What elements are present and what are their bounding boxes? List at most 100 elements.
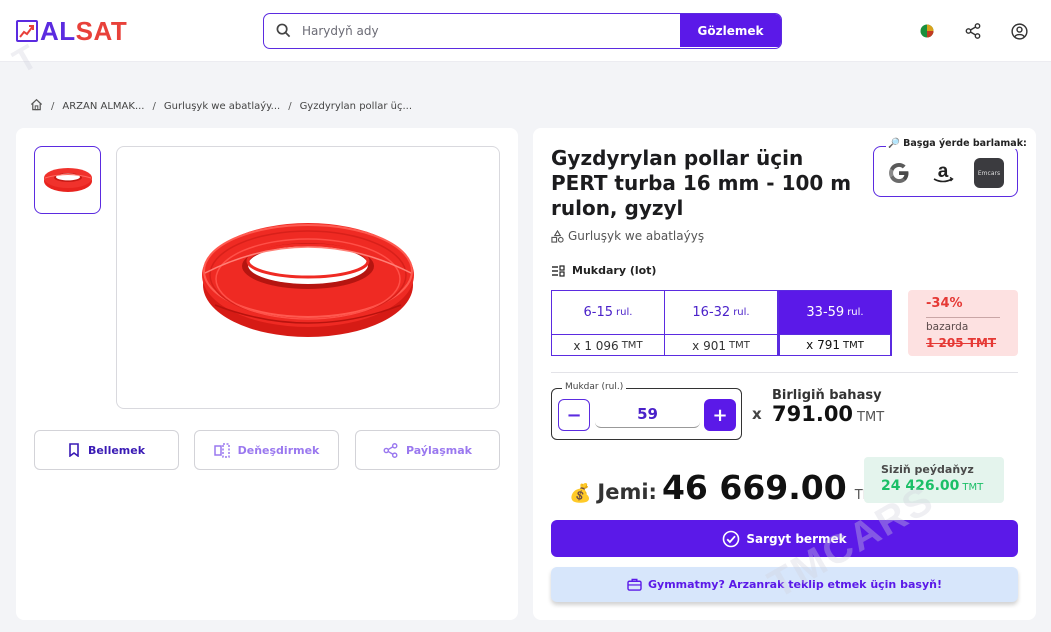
breadcrumb-separator: / — [152, 100, 156, 112]
tier-range-value: 16-32 — [692, 305, 731, 320]
share-icon[interactable] — [964, 22, 982, 40]
tier-price-value: x 791 — [806, 338, 840, 352]
compare-elsewhere-box: 🔎 Başga ýerde barlamak: a Emcars — [873, 138, 1029, 197]
tier-currency: TMT — [728, 340, 750, 351]
tier-currency: TMT — [621, 340, 643, 351]
tier-unit: rul. — [847, 307, 864, 318]
list-icon — [552, 264, 565, 277]
unit-price-label: Birligiň bahasy — [772, 388, 882, 403]
place-order-label: Sargyt bermek — [746, 531, 847, 546]
unit-price: 791.00 TMT — [772, 402, 884, 426]
search-icon — [276, 23, 291, 42]
search-button[interactable]: Gözlemek — [680, 14, 781, 47]
user-icon[interactable] — [1010, 22, 1028, 40]
compare-label: Deňeşdirmek — [237, 443, 320, 457]
product-title: Gyzdyrylan pollar üçin PERT turba 16 mm … — [551, 146, 852, 220]
share-icon — [383, 442, 398, 458]
unit-price-currency: TMT — [857, 410, 885, 425]
breadcrumb-item[interactable]: Gurluşyk we abatlaýy... — [164, 101, 280, 112]
chart-logo-icon — [16, 20, 38, 42]
amazon-logo-icon[interactable]: a — [928, 158, 958, 188]
tier-unit: rul. — [733, 307, 750, 318]
breadcrumb-item-current: Gyzdyrylan pollar üç... — [299, 100, 413, 112]
quantity-input[interactable]: 59 — [595, 400, 700, 428]
logo-text-l: L — [59, 15, 76, 46]
tier-price: x 1 096 TMT — [552, 334, 664, 356]
tier-price: x 901 TMT — [665, 334, 777, 356]
share-label: Paýlaşmak — [406, 443, 472, 457]
pipe-coil-image — [202, 222, 414, 337]
breadcrumb-separator: / — [288, 100, 292, 112]
logo-text-a: A — [40, 15, 60, 46]
quantity-label: Mukdary (lot) — [551, 264, 656, 277]
savings-currency: TMT — [962, 482, 984, 493]
search-bar: Gözlemek — [263, 13, 782, 49]
market-discount-badge: -34% bazarda 1 205 TMT — [908, 290, 1018, 356]
search-input[interactable] — [302, 14, 680, 47]
decrease-quantity-button[interactable]: − — [558, 399, 590, 431]
discount-label: bazarda — [926, 321, 969, 333]
discount-percent: -34% — [926, 296, 963, 311]
multiply-sign: x — [752, 405, 762, 423]
savings-value: 24 426.00 TMT — [881, 478, 983, 494]
tier-price-value: x 1 096 — [573, 338, 619, 353]
breadcrumb: / ARZAN ALMAK... / Gurluşyk we abatlaýy.… — [30, 98, 412, 114]
compare-button[interactable]: Deňeşdirmek — [194, 430, 339, 470]
product-info-card: Gyzdyrylan pollar üçin PERT turba 16 mm … — [533, 128, 1036, 620]
total-label: Jemi: — [597, 480, 657, 504]
tier-price: x 791 TMT — [779, 334, 891, 356]
home-icon[interactable] — [30, 98, 43, 114]
savings-amount: 24 426.00 — [881, 478, 960, 494]
tier-currency: TMT — [842, 339, 864, 351]
product-thumbnail[interactable] — [34, 146, 101, 214]
category-label: Gurluşyk we abatlaýyş — [568, 229, 705, 243]
shapes-icon — [551, 229, 564, 243]
make-offer-label: Gymmatmy? Arzanrak teklip etmek üçin bas… — [648, 578, 942, 591]
google-logo-icon[interactable] — [884, 158, 914, 188]
savings-label: Siziň peýdaňyz — [881, 463, 974, 476]
compare-icon — [213, 442, 230, 458]
tier-range-value: 6-15 — [583, 305, 614, 320]
money-bag-icon: 💰 — [569, 483, 592, 504]
increase-quantity-button[interactable]: + — [704, 399, 736, 431]
emcars-logo-text: Emcars — [977, 169, 1001, 177]
product-gallery-card: Bellemek Deňeşdirmek Paýlaşmak — [16, 128, 518, 620]
svg-text:a: a — [938, 161, 949, 182]
logo-text-sat: SAT — [75, 15, 128, 46]
breadcrumb-separator: / — [51, 100, 55, 112]
tier-price-value: x 901 — [692, 338, 726, 353]
compare-elsewhere-label: 🔎 Başga ýerde barlamak: — [886, 138, 1029, 149]
quantity-stepper: Mukdar (rul.) − 59 + — [551, 382, 742, 440]
emcars-logo-icon[interactable]: Emcars — [974, 158, 1004, 188]
unit-price-value: 791.00 — [772, 402, 854, 426]
tier-unit: rul. — [616, 307, 633, 318]
place-order-button[interactable]: Sargyt bermek — [551, 520, 1018, 557]
bookmark-icon — [69, 443, 79, 457]
pie-chart-icon[interactable] — [918, 22, 936, 40]
price-tier-active[interactable]: 33-59 rul. x 791 TMT — [778, 290, 892, 356]
bookmark-button[interactable]: Bellemek — [34, 430, 179, 470]
total-value: 46 669.00 — [661, 468, 847, 507]
quantity-label-text: Mukdary (lot) — [572, 264, 657, 277]
discount-divider — [926, 317, 1000, 318]
share-product-button[interactable]: Paýlaşmak — [355, 430, 500, 470]
make-offer-button[interactable]: Gymmatmy? Arzanrak teklip etmek üçin bas… — [551, 567, 1018, 602]
product-category[interactable]: Gurluşyk we abatlaýyş — [551, 229, 704, 243]
tier-range: 16-32 rul. — [665, 291, 777, 334]
pipe-coil-thumbnail-image — [43, 168, 92, 192]
savings-badge: Siziň peýdaňyz 24 426.00 TMT — [864, 457, 1004, 503]
price-tier[interactable]: 16-32 rul. x 901 TMT — [664, 290, 778, 356]
price-tiers: 6-15 rul. x 1 096 TMT 16-32 rul. x 901 TMT 3… — [551, 290, 892, 356]
price-tier[interactable]: 6-15 rul. x 1 096 TMT — [551, 290, 665, 356]
section-divider — [551, 372, 1018, 373]
tier-range: 6-15 rul. — [552, 291, 664, 334]
briefcase-icon — [627, 578, 642, 591]
total-price: 💰 Jemi: 46 669.00 TMT — [569, 468, 882, 507]
bookmark-label: Bellemek — [87, 443, 146, 457]
breadcrumb-item[interactable]: ARZAN ALMAK... — [62, 101, 144, 112]
market-old-price: 1 205 TMT — [926, 336, 997, 350]
product-main-image[interactable] — [116, 146, 500, 409]
tier-range-value: 33-59 — [806, 305, 845, 320]
alsat-logo[interactable]: A L SAT — [16, 15, 128, 46]
tier-range: 33-59 rul. — [779, 291, 891, 334]
